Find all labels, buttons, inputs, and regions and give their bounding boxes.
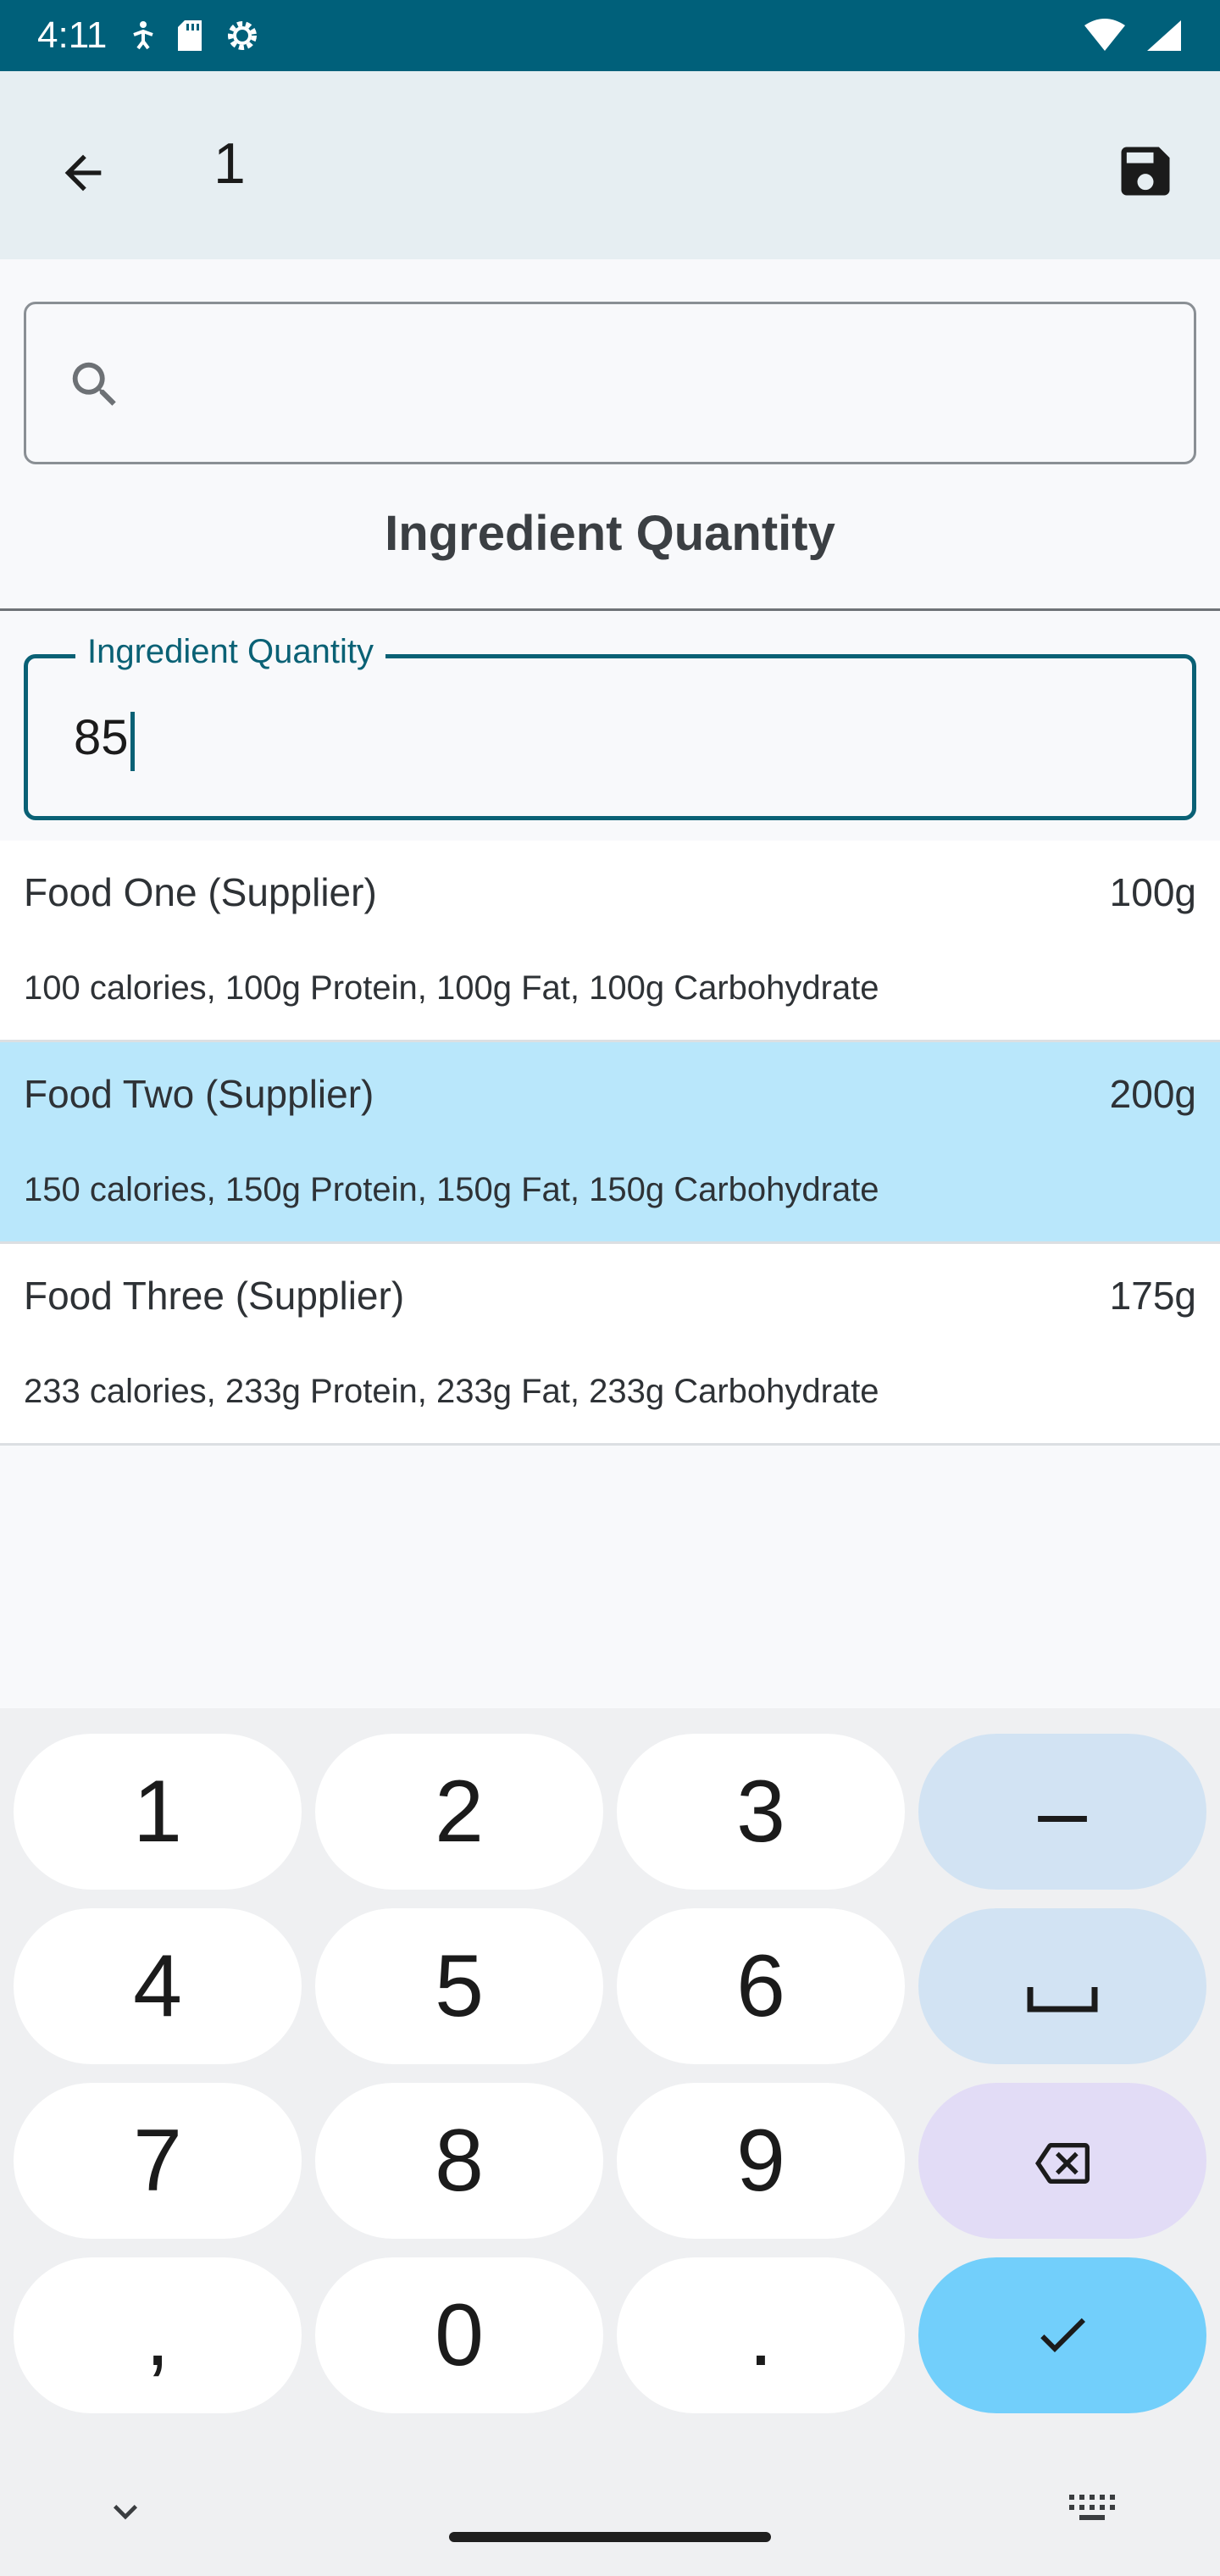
key-period[interactable]: . <box>617 2257 905 2413</box>
food-name: Food One (Supplier) <box>24 870 377 914</box>
arrow-left-icon <box>56 146 110 204</box>
key-comma[interactable]: , <box>14 2257 302 2413</box>
keyboard-icon[interactable] <box>1068 2490 1118 2531</box>
food-weight: 100g <box>1109 870 1196 914</box>
app-bar: 1 <box>0 71 1220 259</box>
save-button[interactable] <box>1105 132 1186 214</box>
wifi-icon <box>1084 19 1125 53</box>
status-bar: 4:11 <box>0 0 1220 71</box>
key-6[interactable]: 6 <box>617 1908 905 2064</box>
list-item-food-two[interactable]: Food Two (Supplier) 200g 150 calories, 1… <box>0 1042 1220 1244</box>
ingredient-quantity-field[interactable]: Ingredient Quantity 85 <box>24 633 1196 820</box>
sd-card-icon <box>176 19 203 53</box>
food-nutrition: 100 calories, 100g Protein, 100g Fat, 10… <box>24 969 879 1007</box>
food-weight: 175g <box>1109 1274 1196 1318</box>
ingredient-quantity-input[interactable]: 85 <box>74 709 135 771</box>
key-backspace[interactable] <box>918 2083 1206 2239</box>
key-4[interactable]: 4 <box>14 1908 302 2064</box>
text-caret <box>130 711 135 771</box>
food-nutrition: 150 calories, 150g Protein, 150g Fat, 15… <box>24 1171 879 1208</box>
status-time: 4:11 <box>37 14 108 56</box>
key-minus[interactable]: – <box>918 1734 1206 1890</box>
key-2[interactable]: 2 <box>315 1734 603 1890</box>
back-button[interactable] <box>42 134 124 215</box>
backspace-icon <box>1023 2111 1101 2212</box>
food-nutrition: 233 calories, 233g Protein, 233g Fat, 23… <box>24 1373 879 1410</box>
search-icon <box>65 355 125 419</box>
status-icons-left <box>130 17 261 54</box>
food-name: Food Two (Supplier) <box>24 1072 374 1116</box>
food-list: Food One (Supplier) 100g 100 calories, 1… <box>0 841 1220 1446</box>
status-icons-right <box>1084 19 1183 53</box>
ingredient-quantity-label: Ingredient Quantity <box>75 633 385 671</box>
ingredient-quantity-value: 85 <box>74 710 129 765</box>
food-name: Food Three (Supplier) <box>24 1274 405 1318</box>
key-7[interactable]: 7 <box>14 2083 302 2239</box>
key-3[interactable]: 3 <box>617 1734 905 1890</box>
section-title: Ingredient Quantity <box>385 506 835 561</box>
list-item-food-one[interactable]: Food One (Supplier) 100g 100 calories, 1… <box>0 841 1220 1042</box>
key-8[interactable]: 8 <box>315 2083 603 2239</box>
content-area: Ingredient Quantity Ingredient Quantity … <box>0 259 1220 1708</box>
search-box[interactable] <box>24 302 1196 464</box>
accessibility-icon <box>130 19 156 52</box>
home-indicator[interactable] <box>449 2532 771 2542</box>
save-floppy-icon <box>1113 139 1178 208</box>
key-space[interactable] <box>918 1908 1206 2064</box>
page-title: 1 <box>214 131 246 196</box>
key-0[interactable]: 0 <box>315 2257 603 2413</box>
key-5[interactable]: 5 <box>315 1908 603 2064</box>
settings-gear-icon <box>224 17 261 54</box>
search-input[interactable] <box>153 338 1153 431</box>
check-icon <box>1032 2285 1093 2386</box>
key-done[interactable] <box>918 2257 1206 2413</box>
divider <box>0 608 1220 611</box>
food-weight: 200g <box>1109 1072 1196 1116</box>
space-icon <box>1027 1936 1098 2037</box>
cellular-signal-icon <box>1145 19 1183 53</box>
key-1[interactable]: 1 <box>14 1734 302 1890</box>
numeric-keyboard: 1 2 3 – 4 5 6 7 8 9 , 0 . <box>0 1708 1220 2576</box>
key-9[interactable]: 9 <box>617 2083 905 2239</box>
chevron-down-icon[interactable] <box>102 2488 149 2540</box>
list-item-food-three[interactable]: Food Three (Supplier) 175g 233 calories,… <box>0 1244 1220 1446</box>
